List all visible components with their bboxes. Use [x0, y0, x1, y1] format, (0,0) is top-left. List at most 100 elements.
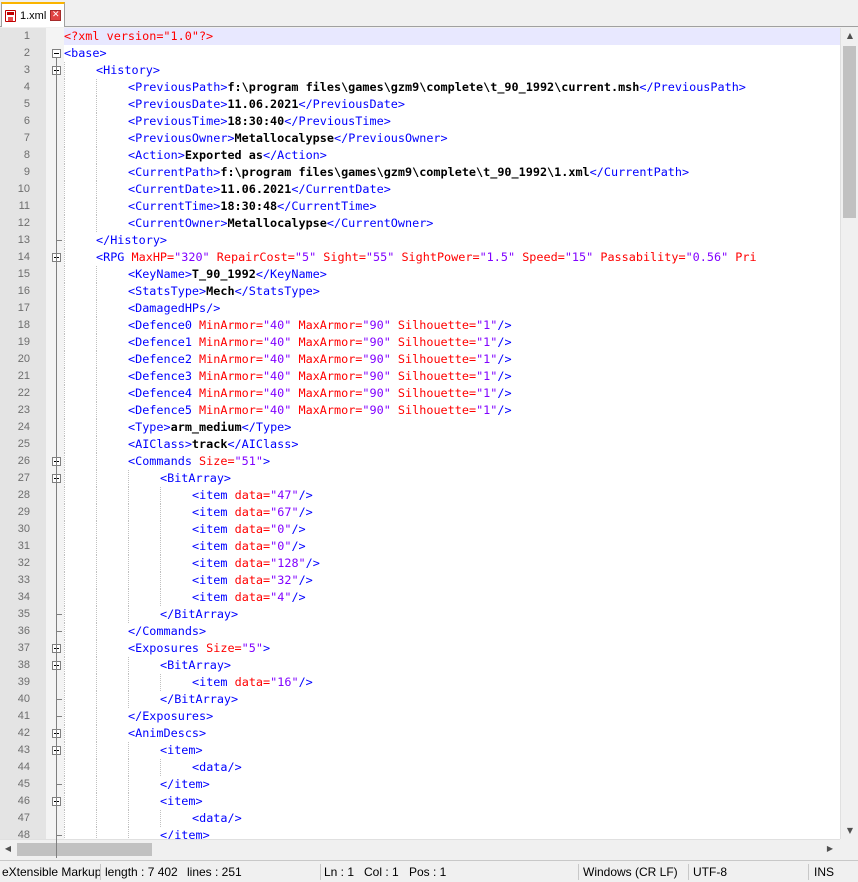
line-number: 38: [17, 659, 30, 671]
indent-guide: [128, 759, 129, 776]
token-val: "5": [241, 641, 263, 655]
status-insert-mode[interactable]: INS: [812, 861, 834, 882]
indent-guide: [96, 827, 97, 839]
token-tag: </CurrentPath>: [589, 165, 690, 179]
token-tag: </CurrentTime>: [277, 199, 377, 213]
line-number: 44: [17, 761, 30, 773]
indent-guide: [96, 572, 97, 589]
token-tag: <item: [192, 573, 235, 587]
code-line: </BitArray>: [64, 691, 840, 708]
code-content: <item data="128"/>: [192, 555, 320, 572]
token-val: "1": [476, 386, 498, 400]
code-content: <Commands Size="51">: [128, 453, 270, 470]
token-val: "1": [476, 403, 498, 417]
line-number: 10: [17, 183, 30, 195]
code-content: <PreviousTime>18:30:40</PreviousTime>: [128, 113, 391, 130]
indent-guide: [96, 487, 97, 504]
token-val: "15": [564, 250, 594, 264]
token-tag: </PreviousPath>: [639, 80, 746, 94]
indent-guide: [64, 606, 65, 623]
indent-guide: [96, 742, 97, 759]
token-tag: <AIClass>: [128, 437, 192, 451]
status-encoding[interactable]: UTF-8: [691, 861, 727, 882]
indent-guide: [96, 810, 97, 827]
horizontal-scrollbar[interactable]: ◀ ▶: [0, 839, 840, 858]
scroll-right-icon[interactable]: ▶: [822, 841, 838, 857]
indent-guide: [64, 572, 65, 589]
token-tag: <item>: [160, 743, 203, 757]
code-line: <item data="16"/>: [64, 674, 840, 691]
vertical-scrollbar[interactable]: ▲ ▼: [840, 28, 858, 839]
indent-guide: [64, 436, 65, 453]
indent-guide: [160, 589, 161, 606]
token-attr: MinArmor=: [199, 386, 263, 400]
code-content: <CurrentPath>f:\program files\games\gzm9…: [128, 164, 689, 181]
token-tag: <Defence4: [128, 386, 200, 400]
token-attr: MinArmor=: [199, 369, 263, 383]
token-tag: <DamagedHPs/>: [128, 301, 221, 315]
editor[interactable]: 1 2 3 4 5 6 7 8 9 10 11 12 13 14 15 16 17 18 19 20 21 22 23 24 2…: [0, 28, 858, 858]
code-line: <Type>arm_medium</Type>: [64, 419, 840, 436]
horizontal-scroll-thumb[interactable]: [17, 843, 152, 856]
indent-guide: [64, 555, 65, 572]
scroll-up-icon[interactable]: ▲: [842, 28, 858, 44]
code-line: <Defence1 MinArmor="40" MaxArmor="90" Si…: [64, 334, 840, 351]
token-tag: <item: [192, 488, 235, 502]
indent-guide: [96, 521, 97, 538]
indent-guide: [64, 623, 65, 640]
token-attr: Silhouette=: [390, 369, 477, 383]
line-number: 33: [17, 574, 30, 586]
token-attr: Speed=: [515, 250, 565, 264]
indent-guide: [128, 572, 129, 589]
token-tag: />: [298, 573, 313, 587]
token-tag: <PreviousPath>: [128, 80, 228, 94]
token-tag: />: [497, 369, 512, 383]
token-tag: <CurrentDate>: [128, 182, 221, 196]
indent-guide: [64, 79, 65, 96]
vertical-scroll-thumb[interactable]: [843, 46, 856, 218]
fold-toggle-icon[interactable]: [52, 49, 61, 58]
scroll-left-icon[interactable]: ◀: [0, 841, 16, 857]
indent-guide: [96, 606, 97, 623]
code-content: </item>: [160, 776, 210, 793]
code-content: <PreviousOwner>Metallocalypse</PreviousO…: [128, 130, 448, 147]
code-content: <AIClass>track</AIClass>: [128, 436, 298, 453]
indent-guide: [160, 504, 161, 521]
status-language: eXtensible Markup: [2, 865, 102, 879]
code-content: <Defence1 MinArmor="40" MaxArmor="90" Si…: [128, 334, 512, 351]
indent-guide: [64, 538, 65, 555]
code-line: <PreviousTime>18:30:40</PreviousTime>: [64, 113, 840, 130]
token-text: 18:30:40: [227, 114, 285, 128]
code-line: <StatsType>Mech</StatsType>: [64, 283, 840, 300]
token-tag: <History>: [96, 63, 160, 77]
code-content: <item>: [160, 742, 203, 759]
indent-guide: [64, 317, 65, 334]
indent-guide: [128, 538, 129, 555]
token-val: "90": [362, 352, 391, 366]
indent-guide: [128, 487, 129, 504]
close-icon[interactable]: ✕: [50, 10, 62, 21]
token-tag: />: [298, 505, 313, 519]
indent-guide: [128, 521, 129, 538]
token-tag: />: [497, 335, 512, 349]
code-content: <Defence5 MinArmor="40" MaxArmor="90" Si…: [128, 402, 512, 419]
tab-file[interactable]: 1.xml ✕: [1, 2, 65, 27]
indent-guide: [128, 810, 129, 827]
line-number: 30: [17, 523, 30, 535]
status-eol[interactable]: Windows (CR LF): [581, 861, 678, 882]
token-tag: <Defence2: [128, 352, 200, 366]
scroll-down-icon[interactable]: ▼: [842, 823, 858, 839]
code-line: <History>: [64, 62, 840, 79]
code-content: <AnimDescs>: [128, 725, 206, 742]
token-tag: <Defence1: [128, 335, 200, 349]
line-number: 5: [23, 98, 30, 110]
fold-margin[interactable]: [46, 28, 64, 839]
token-val: "0": [270, 522, 292, 536]
indent-guide: [64, 487, 65, 504]
code-area[interactable]: <?xml version="1.0"?> <base> <History> <Pre…: [64, 28, 840, 839]
code-content: <Defence4 MinArmor="40" MaxArmor="90" Si…: [128, 385, 512, 402]
indent-guide: [64, 266, 65, 283]
line-number: 1: [23, 30, 30, 42]
indent-guide: [128, 504, 129, 521]
code-content: <PreviousPath>f:\program files\games\gzm…: [128, 79, 746, 96]
